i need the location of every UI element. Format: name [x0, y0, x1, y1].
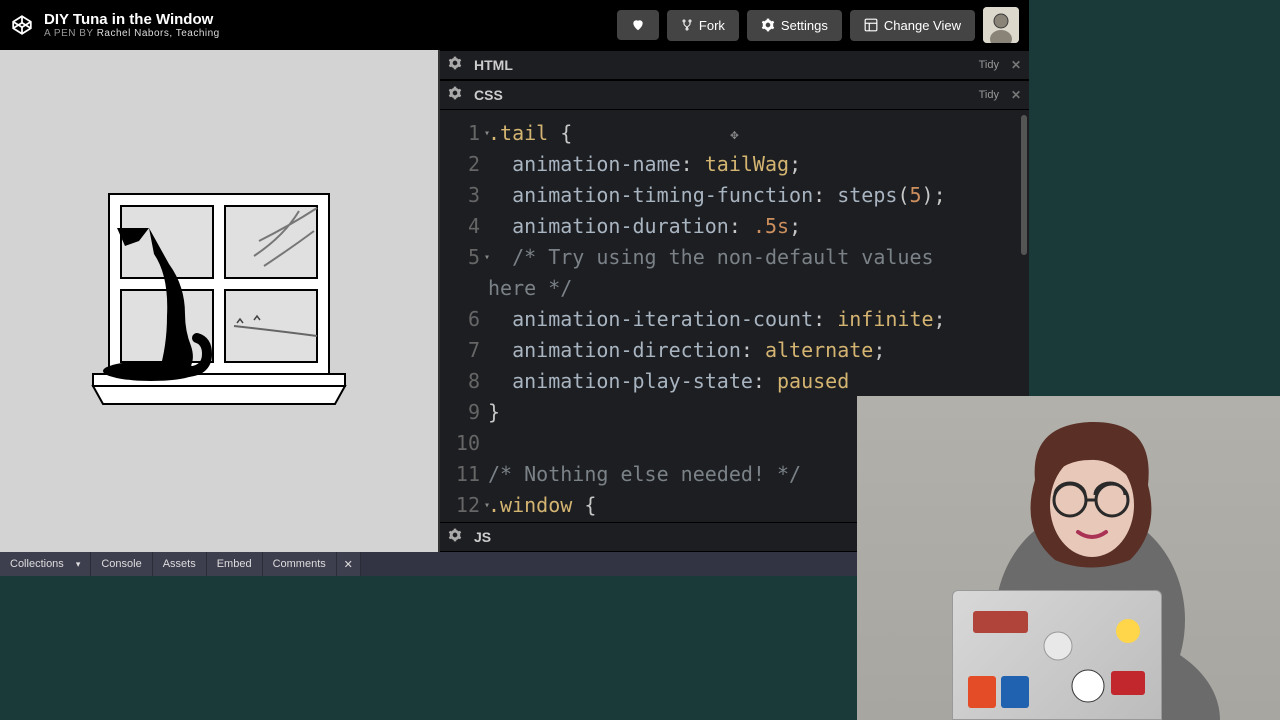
embed-button[interactable]: Embed [207, 552, 263, 576]
code-line[interactable]: 8 animation-play-state: paused [440, 366, 1029, 397]
tidy-button[interactable]: Tidy [979, 89, 999, 101]
preview-pane[interactable] [0, 50, 438, 552]
user-avatar[interactable] [983, 7, 1019, 43]
title-block: DIY Tuna in the Window A PEN BY Rachel N… [44, 11, 617, 39]
close-footer-button[interactable]: ✕ [337, 552, 361, 576]
gear-icon[interactable] [448, 56, 466, 74]
collections-dropdown[interactable]: Collections [0, 552, 91, 576]
panel-label: JS [474, 529, 491, 545]
code-line[interactable]: 3 animation-timing-function: steps(5); [440, 180, 1029, 211]
panel-label: HTML [474, 57, 513, 73]
code-line[interactable]: 2 animation-name: tailWag; [440, 149, 1029, 180]
code-line[interactable]: 7 animation-direction: alternate; [440, 335, 1029, 366]
code-line[interactable]: here */ [440, 273, 1029, 304]
panel-header-css[interactable]: CSS Tidy ✕ [440, 80, 1029, 110]
preview-illustration [89, 186, 349, 416]
change-view-button[interactable]: Change View [850, 10, 975, 41]
code-line[interactable]: 6 animation-iteration-count: infinite; [440, 304, 1029, 335]
pen-title[interactable]: DIY Tuna in the Window [44, 11, 617, 28]
gear-icon[interactable] [448, 86, 466, 104]
author-link[interactable]: Rachel Nabors, Teaching [97, 28, 220, 39]
fork-button[interactable]: Fork [667, 10, 739, 41]
codepen-logo[interactable] [10, 13, 34, 37]
webcam-overlay [857, 396, 1280, 720]
app-header: DIY Tuna in the Window A PEN BY Rachel N… [0, 0, 1029, 50]
code-line[interactable]: 4 animation-duration: .5s; [440, 211, 1029, 242]
move-cursor-icon: ✥ [730, 120, 738, 151]
code-line[interactable]: 5▾ /* Try using the non-default values [440, 242, 1029, 273]
gear-icon[interactable] [448, 528, 466, 546]
panel-header-html[interactable]: HTML Tidy ✕ [440, 50, 1029, 80]
tidy-button[interactable]: Tidy [979, 59, 999, 71]
byline-prefix: A PEN BY [44, 28, 97, 39]
close-icon[interactable]: ✕ [1011, 88, 1021, 102]
scrollbar[interactable] [1021, 115, 1027, 255]
console-button[interactable]: Console [91, 552, 152, 576]
heart-button[interactable] [617, 10, 659, 40]
assets-button[interactable]: Assets [153, 552, 207, 576]
settings-button[interactable]: Settings [747, 10, 842, 41]
header-actions: Fork Settings Change View [617, 7, 1019, 43]
panel-label: CSS [474, 87, 503, 103]
close-icon[interactable]: ✕ [1011, 58, 1021, 72]
footer-spacer [361, 552, 898, 576]
comments-button[interactable]: Comments [263, 552, 337, 576]
laptop [952, 590, 1162, 720]
